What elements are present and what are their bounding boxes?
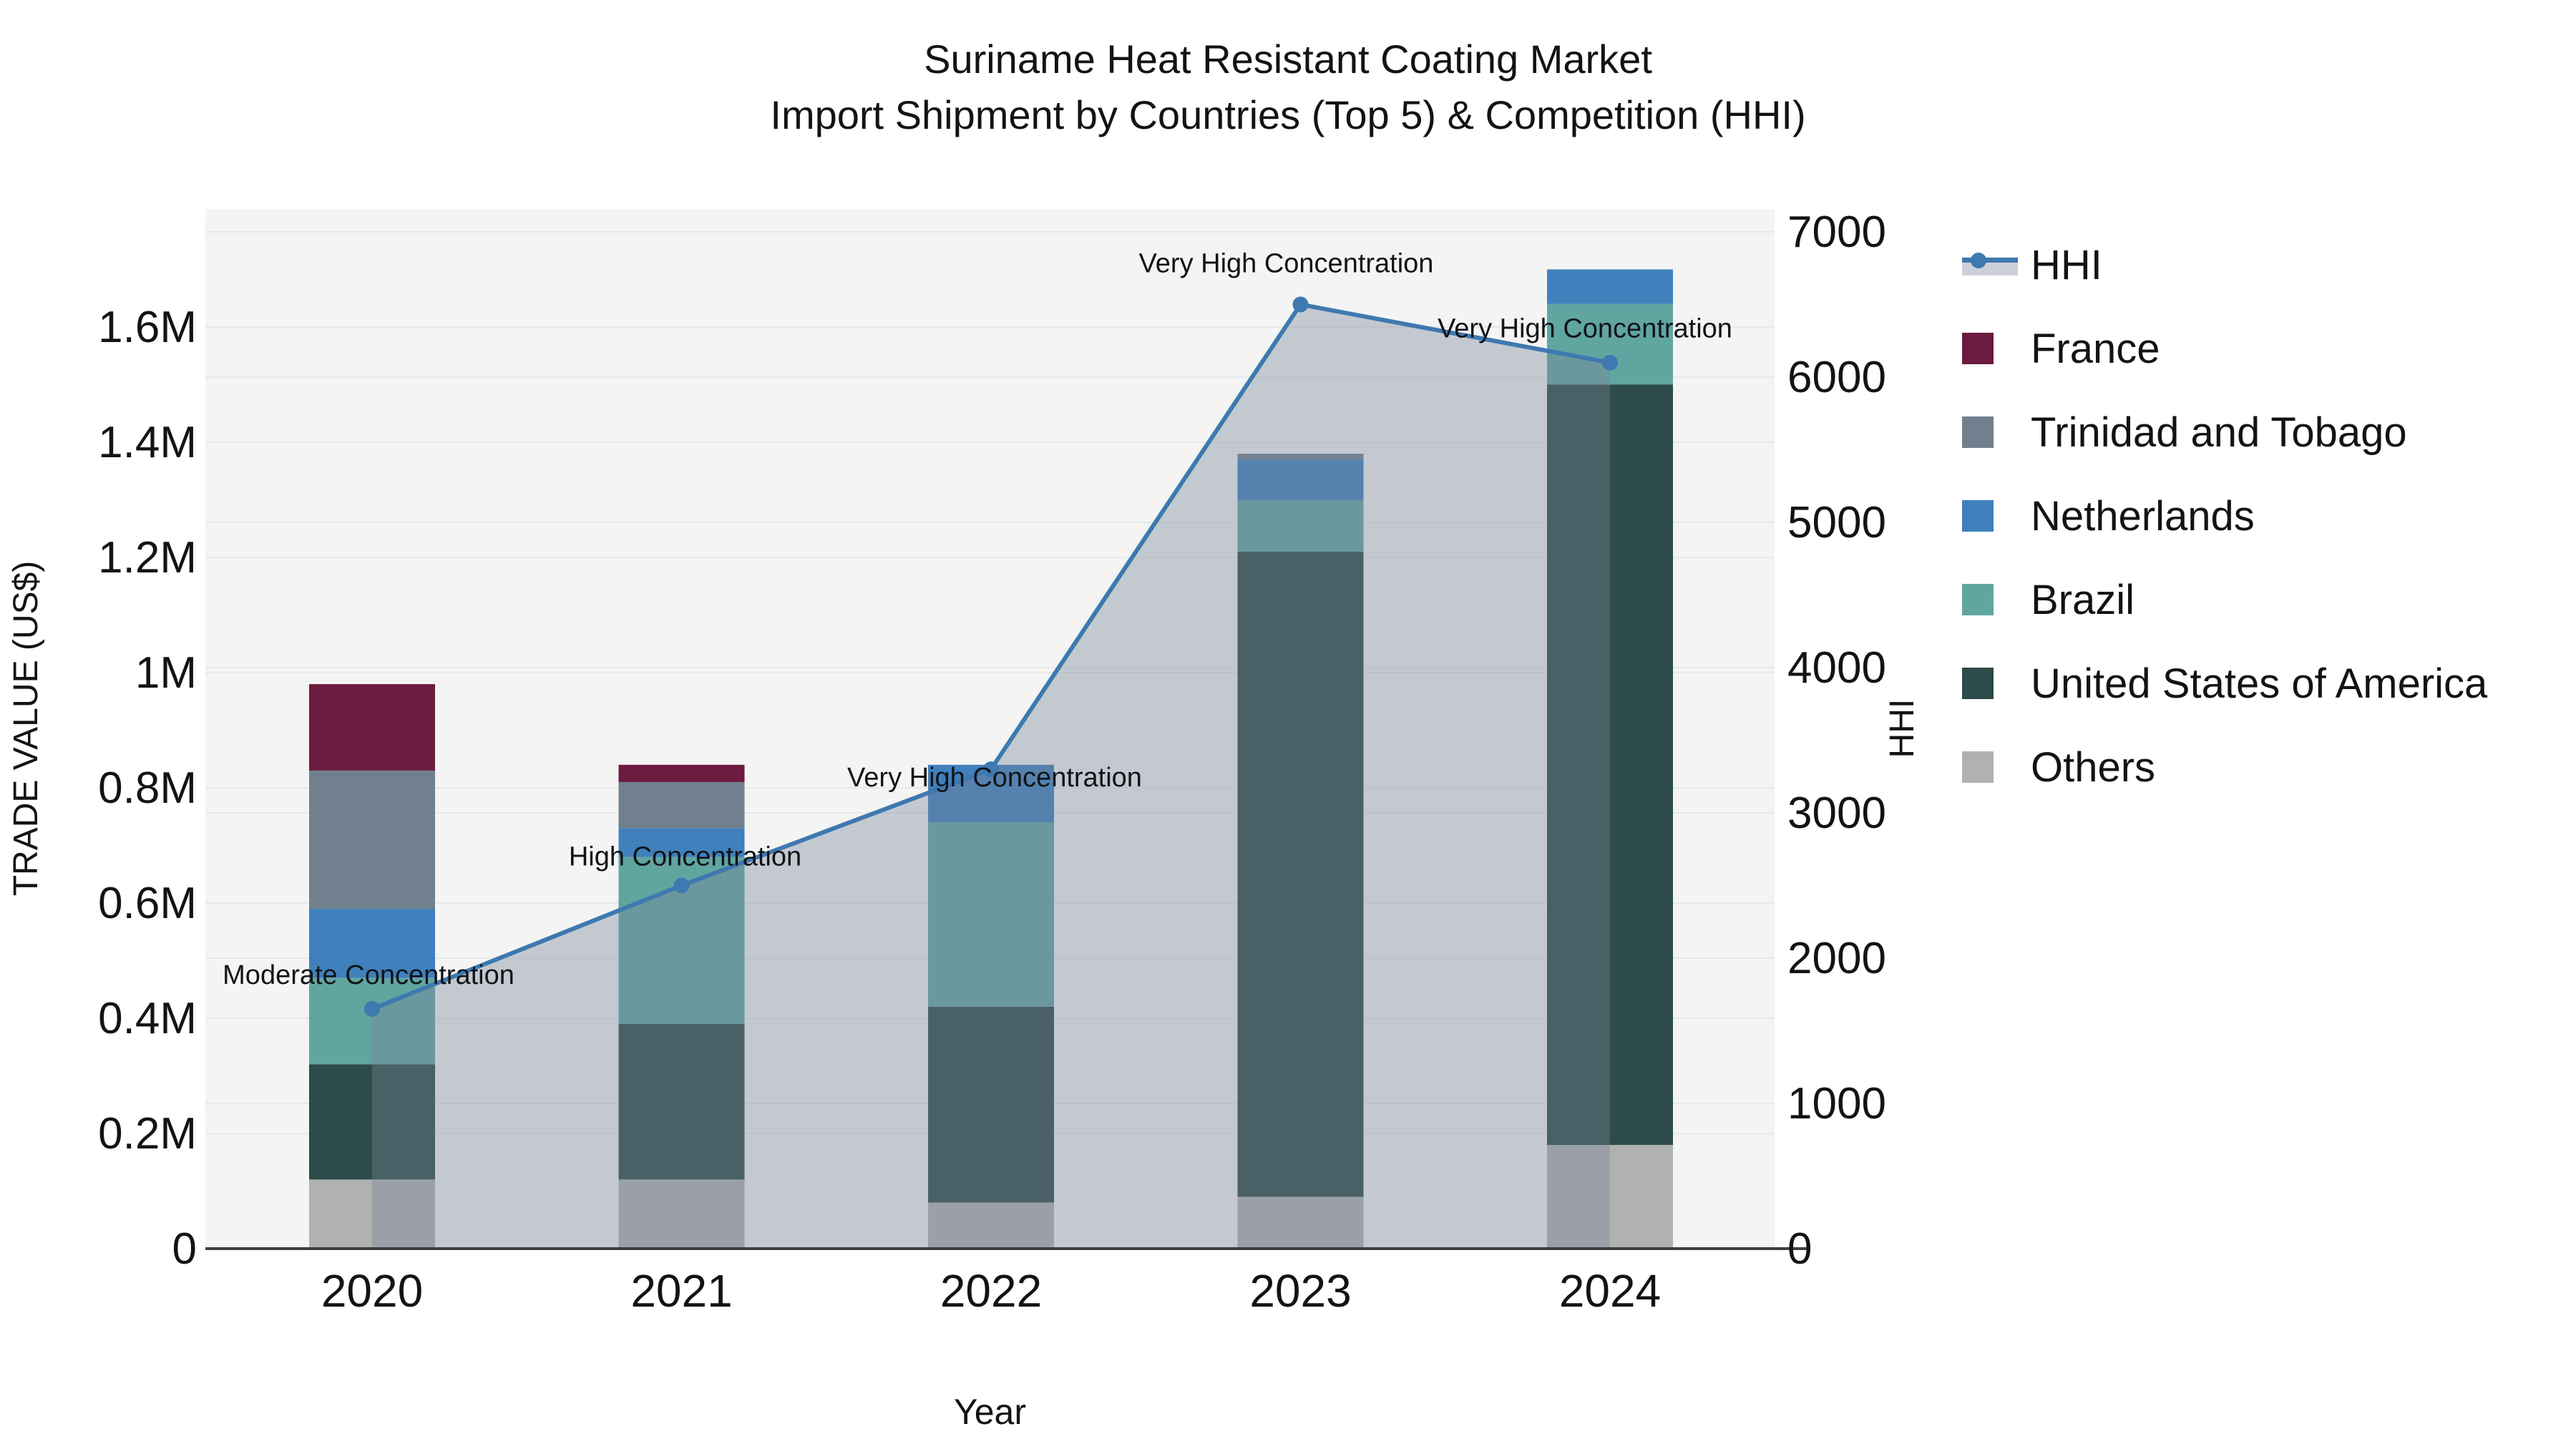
legend-swatch-icon xyxy=(1962,584,2018,615)
y-left-tick-1M: 1M xyxy=(135,648,197,698)
x-tick-2020: 2020 xyxy=(321,1265,423,1317)
legend-item-others[interactable]: Others xyxy=(1962,738,2487,796)
bar-segment-netherlands-2024[interactable] xyxy=(1547,269,1673,304)
bar-segment-france-2021[interactable] xyxy=(618,764,745,782)
y-right-tick-7000: 7000 xyxy=(1787,208,1886,257)
legend-label: Brazil xyxy=(2031,576,2135,623)
legend: HHI France Trinidad and Tobago Netherlands B… xyxy=(1962,236,2487,796)
legend-item-united-states-of-america[interactable]: United States of America xyxy=(1962,655,2487,712)
hhi-line-legend-icon xyxy=(1962,253,2018,275)
y-left-tick-1.6M: 1.6M xyxy=(98,303,197,352)
y-left-tick-1.4M: 1.4M xyxy=(98,418,197,467)
y-left-tick-0.2M: 0.2M xyxy=(98,1109,197,1158)
hhi-marker-2023[interactable] xyxy=(1292,296,1309,313)
y-right-tick-2000: 2000 xyxy=(1787,934,1886,983)
bar-segment-france-2020[interactable] xyxy=(309,684,435,771)
legend-swatch-icon xyxy=(1962,500,2018,532)
y-left-tick-1.2M: 1.2M xyxy=(98,533,197,582)
x-tick-2024: 2024 xyxy=(1559,1265,1661,1317)
legend-item-brazil[interactable]: Brazil xyxy=(1962,571,2487,628)
bar-segment-trinidad-and-tobago-2020[interactable] xyxy=(309,770,435,909)
legend-swatch-icon xyxy=(1962,668,2018,699)
hhi-annotation-2020: Moderate Concentration xyxy=(223,960,514,990)
legend-label: HHI xyxy=(2031,241,2102,288)
y-right-tick-4000: 4000 xyxy=(1787,643,1886,693)
hhi-annotation-2021: High Concentration xyxy=(569,842,801,872)
legend-label: France xyxy=(2031,325,2160,372)
bar-segment-trinidad-and-tobago-2021[interactable] xyxy=(618,781,745,829)
y-left-tick-0: 0 xyxy=(172,1224,197,1274)
hhi-marker-2021[interactable] xyxy=(673,877,690,894)
legend-label: United States of America xyxy=(2031,660,2488,707)
y-right-tick-1000: 1000 xyxy=(1787,1079,1886,1128)
hhi-annotation-2024: Very High Concentration xyxy=(1438,314,1732,344)
y-right-axis-title: HHI xyxy=(1883,699,1921,758)
x-tick-2023: 2023 xyxy=(1249,1265,1351,1317)
hhi-annotation-2023: Very High Concentration xyxy=(1139,249,1434,279)
legend-item-trinidad-and-tobago[interactable]: Trinidad and Tobago xyxy=(1962,404,2487,461)
legend-swatch-icon xyxy=(1962,416,2018,448)
legend-item-netherlands[interactable]: Netherlands xyxy=(1962,487,2487,545)
hhi-marker-2024[interactable] xyxy=(1602,354,1618,371)
hhi-marker-2020[interactable] xyxy=(364,1001,380,1018)
legend-label: Netherlands xyxy=(2031,492,2255,540)
y-left-tick-0.6M: 0.6M xyxy=(98,879,197,928)
legend-item-hhi[interactable]: HHI xyxy=(1962,236,2487,293)
y-left-axis-title: TRADE VALUE (US$) xyxy=(7,561,45,897)
hhi-annotation-2022: Very High Concentration xyxy=(847,763,1142,793)
x-tick-2021: 2021 xyxy=(630,1265,732,1317)
legend-label: Others xyxy=(2031,743,2156,791)
y-right-tick-6000: 6000 xyxy=(1787,353,1886,402)
x-axis-title: Year xyxy=(954,1392,1026,1432)
y-left-tick-0.4M: 0.4M xyxy=(98,994,197,1043)
y-left-tick-0.8M: 0.8M xyxy=(98,763,197,813)
y-right-tick-5000: 5000 xyxy=(1787,498,1886,547)
legend-label: Trinidad and Tobago xyxy=(2031,409,2407,456)
x-tick-2022: 2022 xyxy=(940,1265,1042,1317)
y-right-tick-0: 0 xyxy=(1787,1224,1812,1274)
legend-swatch-icon xyxy=(1962,751,2018,783)
legend-swatch-icon xyxy=(1962,333,2018,364)
legend-item-france[interactable]: France xyxy=(1962,320,2487,377)
y-right-tick-3000: 3000 xyxy=(1787,789,1886,838)
